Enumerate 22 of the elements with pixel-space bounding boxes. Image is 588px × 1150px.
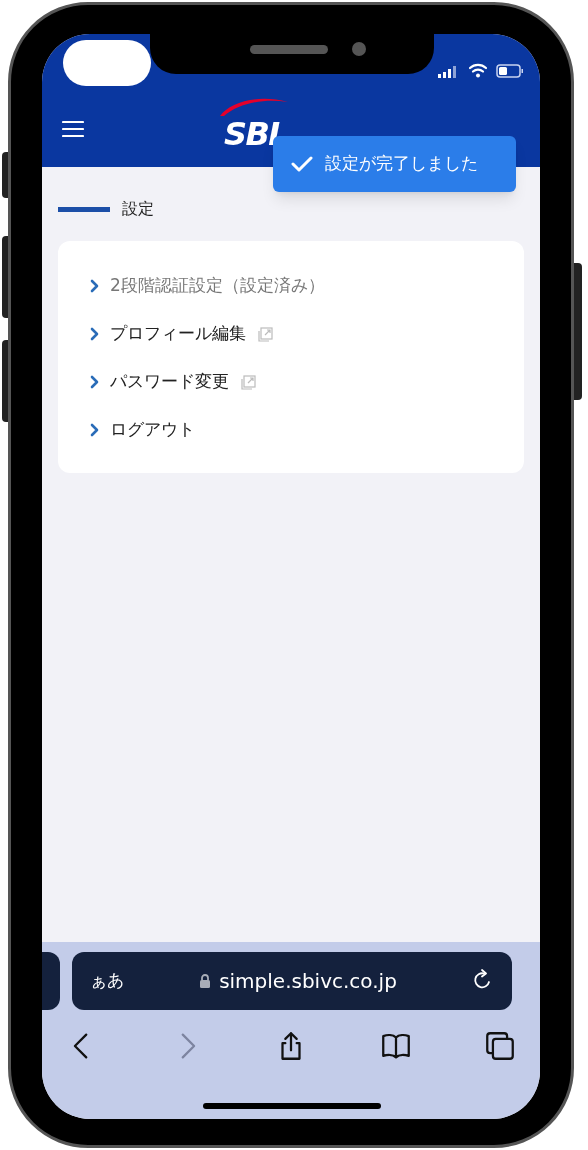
- wifi-icon: [468, 63, 488, 78]
- chevron-icon: [90, 423, 100, 437]
- url-text: simple.sbivc.co.jp: [219, 968, 397, 995]
- previous-tab-peek[interactable]: [42, 952, 60, 1010]
- check-icon: [291, 155, 313, 173]
- chevron-icon: [90, 327, 100, 341]
- signal-icon: [438, 66, 458, 78]
- chevron-icon: [90, 279, 100, 293]
- tabs-icon: [483, 1029, 517, 1063]
- battery-icon: [496, 64, 524, 78]
- section-bar: [58, 206, 110, 212]
- menu-icon[interactable]: [62, 119, 84, 138]
- menu-link[interactable]: プロフィール編集: [110, 321, 246, 347]
- toast-message: 設定が完了しました: [325, 152, 478, 176]
- logo: SBI: [224, 114, 279, 153]
- address-bar[interactable]: ぁあ simple.sbivc.co.jp: [72, 952, 512, 1010]
- section-title: 設定: [122, 198, 154, 220]
- chevron-icon: [90, 375, 100, 389]
- menu-link[interactable]: パスワード変更: [110, 369, 229, 395]
- text-size-button[interactable]: ぁあ: [90, 968, 124, 994]
- lock-icon: [199, 973, 212, 989]
- menu-link[interactable]: ログアウト: [110, 417, 195, 443]
